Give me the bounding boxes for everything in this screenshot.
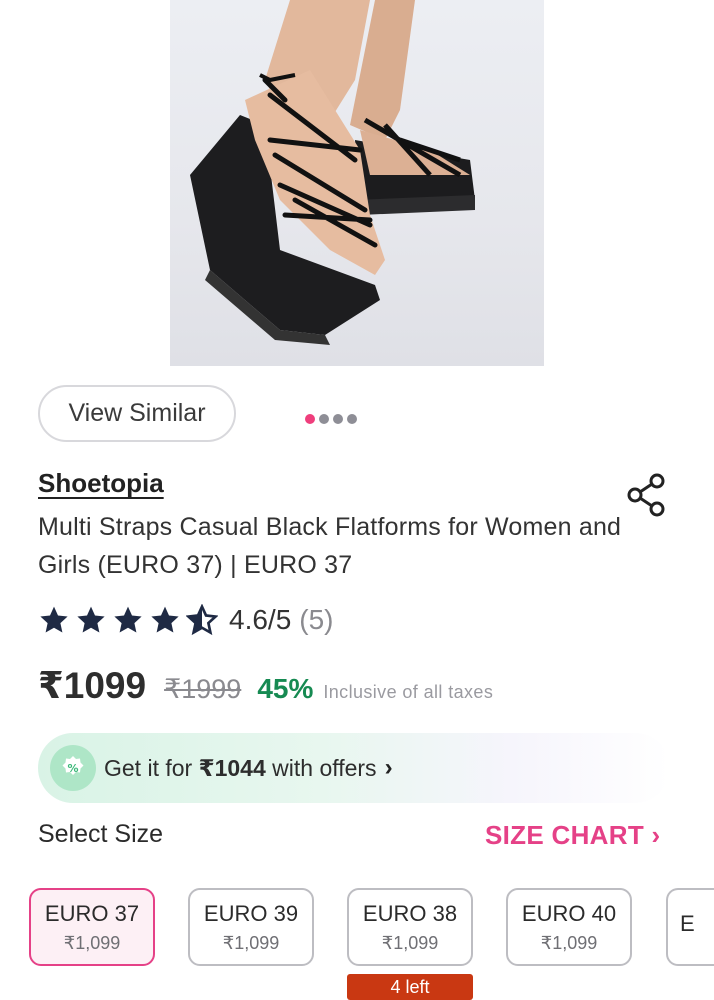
size-price: ₹1,099 <box>540 932 598 953</box>
stock-left-badge: 4 left <box>347 974 473 1000</box>
size-option-euro-39[interactable]: EURO 39 ₹1,099 <box>188 888 314 966</box>
mrp-price: ₹1999 <box>164 674 242 704</box>
brand-link[interactable]: Shoetopia <box>38 468 164 499</box>
select-size-heading: Select Size <box>38 820 164 848</box>
discount-percent: 45% <box>257 673 314 704</box>
product-title: Multi Straps Casual Black Flatforms for … <box>38 513 622 579</box>
carousel-dots[interactable] <box>305 414 357 424</box>
half-star-icon <box>186 604 218 636</box>
selling-price: ₹1099 <box>38 665 147 706</box>
size-label: EURO 40 <box>521 900 617 926</box>
offer-text: Get it for ₹1044 with offers <box>104 754 377 781</box>
price-row: ₹1099 ₹1999 45% Inclusive of all taxes <box>38 664 493 707</box>
chevron-right-icon: › <box>651 820 661 850</box>
carousel-dot-3[interactable] <box>333 414 343 424</box>
size-chart-link[interactable]: SIZE CHART › <box>485 820 661 851</box>
rating-value: 4.6/5 <box>229 604 292 635</box>
size-price: ₹1,099 <box>381 932 439 953</box>
star-icon <box>77 606 105 633</box>
star-icon <box>114 606 142 633</box>
size-label: EURO 37 <box>44 900 140 926</box>
size-price: ₹1,099 <box>222 932 280 953</box>
view-similar-button[interactable]: View Similar <box>38 385 236 442</box>
sandal-illustration <box>190 0 475 345</box>
tax-note: Inclusive of all taxes <box>323 682 494 702</box>
size-label: EURO 39 <box>203 900 299 926</box>
rating-count: (5) <box>299 604 334 635</box>
share-icon[interactable] <box>625 472 669 518</box>
size-price: ₹1,099 <box>63 932 121 953</box>
view-similar-label: View Similar <box>68 399 206 427</box>
size-option-euro-37[interactable]: EURO 37 ₹1,099 <box>29 888 155 966</box>
star-icon <box>40 606 68 633</box>
size-option-partial[interactable]: E <box>666 888 714 966</box>
discount-badge-icon: % <box>50 745 96 791</box>
svg-text:%: % <box>67 762 78 775</box>
offer-banner[interactable]: % Get it for ₹1044 with offers › <box>38 733 670 803</box>
size-label: EURO 38 <box>362 900 458 926</box>
rating-row[interactable]: 4.6/5 (5) <box>38 604 334 636</box>
carousel-dot-1[interactable] <box>305 414 315 424</box>
star-icon <box>151 606 179 633</box>
carousel-dot-4[interactable] <box>347 414 357 424</box>
size-label: E <box>680 911 695 936</box>
size-option-euro-38[interactable]: EURO 38 ₹1,099 <box>347 888 473 966</box>
carousel-dot-2[interactable] <box>319 414 329 424</box>
size-option-euro-40[interactable]: EURO 40 ₹1,099 <box>506 888 632 966</box>
chevron-right-icon: › <box>384 754 393 781</box>
product-image[interactable] <box>170 0 544 366</box>
